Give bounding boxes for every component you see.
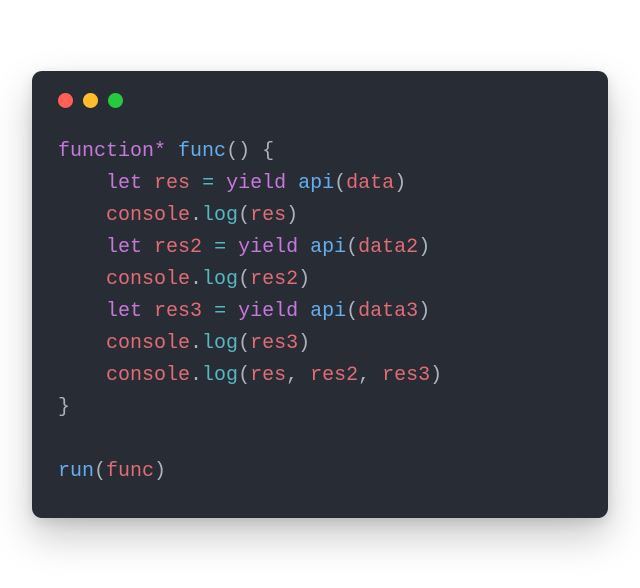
keyword-yield: yield <box>226 172 286 195</box>
minimize-icon[interactable] <box>83 93 98 108</box>
id-res3: res3 <box>154 300 202 323</box>
code-block: function* func() { let res = yield api(d… <box>58 136 582 488</box>
id-data: data <box>346 172 394 195</box>
keyword-function: function <box>58 140 154 163</box>
fn-log: log <box>202 204 238 227</box>
code-window: function* func() { let res = yield api(d… <box>32 71 608 518</box>
id-data2: data2 <box>358 236 418 259</box>
close-icon[interactable] <box>58 93 73 108</box>
id-res2: res2 <box>154 236 202 259</box>
keyword-let: let <box>106 172 142 195</box>
zoom-icon[interactable] <box>108 93 123 108</box>
generator-star: * <box>154 140 166 163</box>
fn-run: run <box>58 460 94 483</box>
window-controls <box>58 93 582 108</box>
id-data3: data3 <box>358 300 418 323</box>
function-name: func <box>178 140 226 163</box>
id-res: res <box>154 172 190 195</box>
id-console: console <box>106 204 190 227</box>
fn-api: api <box>298 172 334 195</box>
